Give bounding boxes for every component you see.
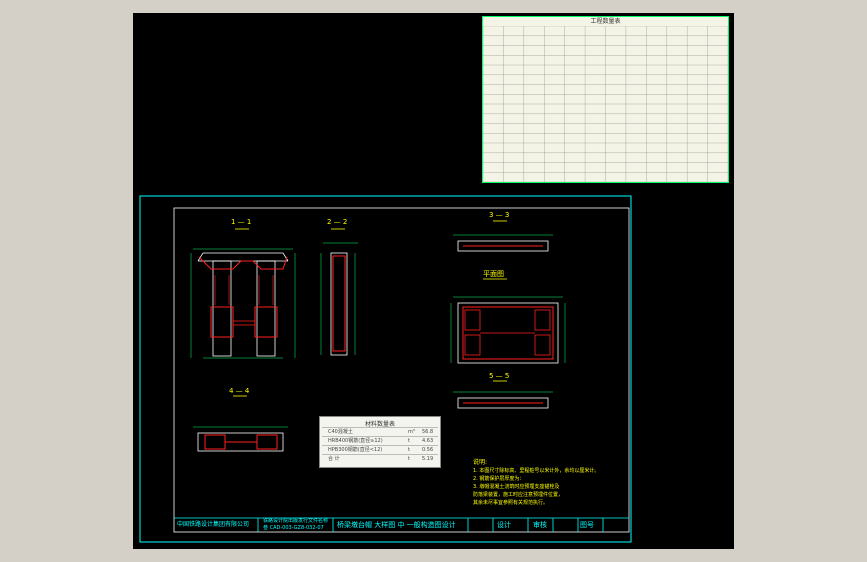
plan-view (450, 278, 566, 364)
view-4-4 (193, 395, 288, 452)
material-unit: t (408, 447, 410, 453)
material-row: HRB400钢筋(直径≥12) t 4.63 (322, 436, 438, 445)
note-line: 1. 本图尺寸除标高、里程桩号以米计外，余均以厘米计。 (473, 468, 600, 474)
label-view-3-3: 3 — 3 (489, 211, 510, 219)
title-cell-number: 图号 (580, 521, 594, 529)
material-unit: t (408, 456, 410, 462)
material-name: HRB400钢筋(直径≥12) (328, 438, 383, 444)
material-qty: 5.19 (422, 456, 434, 462)
label-view-2-2: 2 — 2 (327, 218, 348, 226)
note-line: 防落梁装置，施工时应注意预埋件位置， (473, 492, 564, 498)
material-qty: 4.63 (422, 438, 434, 444)
material-unit: t (408, 438, 410, 444)
quantity-table: 工程数量表 (482, 16, 729, 183)
title-drawing-number: 叁 CAD-003-GZ8-032-07 (263, 525, 324, 531)
view-5-5 (453, 380, 553, 409)
material-qty: 56.8 (422, 429, 434, 435)
label-view-4-4: 4 — 4 (229, 387, 250, 395)
cad-viewport[interactable]: 1 — 1 2 — 2 3 — 3 平面图 5 — 5 4 — 4 工程数量表 … (133, 13, 734, 549)
material-row: HPB300钢筋(直径<12) t 0.56 (322, 445, 438, 454)
material-row: C40混凝土 m³ 56.8 (322, 427, 438, 436)
title-cell-design: 设计 (497, 521, 511, 529)
material-unit: m³ (408, 429, 415, 435)
view-2-2 (320, 228, 358, 356)
label-view-5-5: 5 — 5 (489, 372, 510, 380)
material-qty: 0.56 (422, 447, 434, 453)
title-company: 中国铁路设计集团有限公司 (177, 521, 250, 528)
material-row: 合 计 t 5.19 (322, 454, 438, 463)
note-line: 2. 钢筋保护层厚度为： (473, 476, 525, 482)
quantity-table-grid (483, 26, 728, 182)
material-name: 合 计 (328, 456, 340, 462)
design-notes: 说明: 1. 本图尺寸除标高、里程桩号以米计外，余均以厘米计。 2. 钢筋保护层… (473, 459, 600, 507)
label-plan-view: 平面图 (483, 270, 504, 278)
quantity-table-title: 工程数量表 (590, 18, 621, 25)
title-drawing-name: 桥梁墩台帽 大样图 中 一般构造图设计 (337, 521, 456, 529)
material-table: 材料数量表 C40混凝土 m³ 56.8 HRB400钢筋(直径≥12) t 4… (319, 416, 441, 468)
note-line: 3. 墩帽混凝土浇筑时应预埋支座锚栓及 (473, 484, 560, 490)
material-name: HPB300钢筋(直径<12) (328, 447, 383, 453)
label-view-1-1: 1 — 1 (231, 218, 252, 226)
note-line: 其余未尽事宜参照有关规范执行。 (473, 500, 549, 506)
material-name: C40混凝土 (328, 429, 353, 435)
view-1-1 (190, 228, 296, 359)
title-cell-review: 审核 (533, 521, 547, 529)
notes-heading: 说明: (473, 459, 488, 466)
view-3-3 (453, 220, 553, 252)
